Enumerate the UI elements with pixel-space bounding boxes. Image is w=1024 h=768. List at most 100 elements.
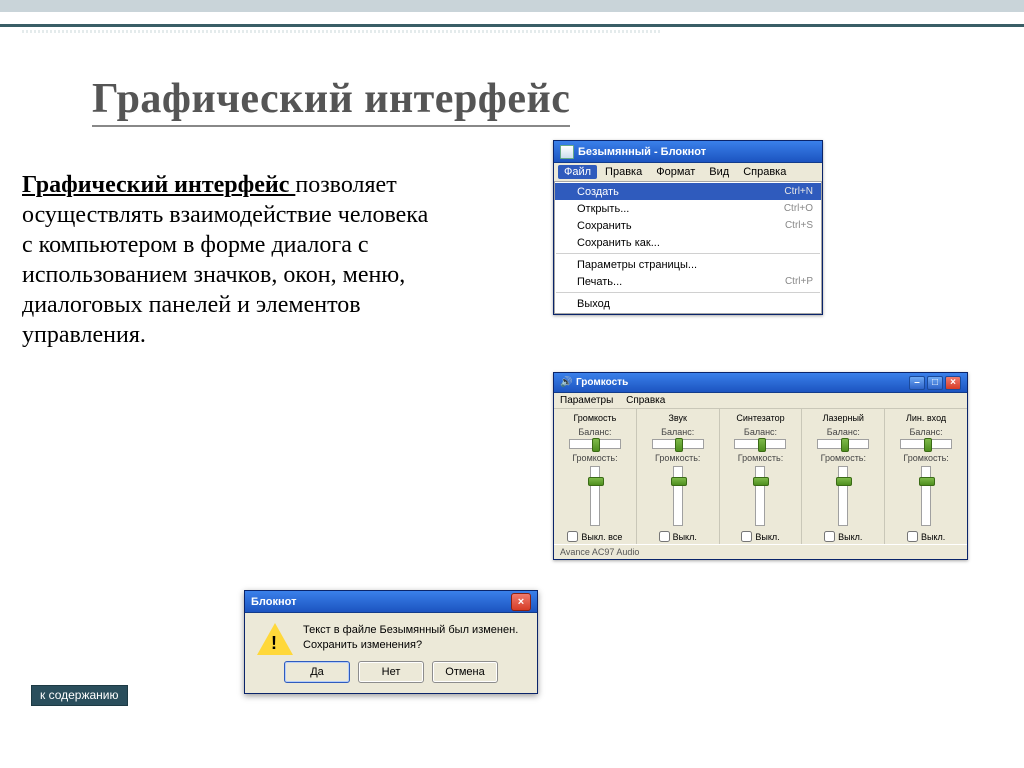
mute-input[interactable]: [659, 531, 670, 542]
menu-edit[interactable]: Правка: [599, 165, 648, 179]
decorative-top-line: [0, 24, 1024, 27]
menu-view[interactable]: Вид: [703, 165, 735, 179]
dialog-body: Текст в файле Безымянный был изменен. Со…: [245, 613, 537, 661]
menu-item-label: Выход: [577, 298, 610, 310]
notepad-window: Безымянный - Блокнот Файл Правка Формат …: [553, 140, 823, 315]
menu-separator: [556, 292, 820, 293]
dialog-titlebar[interactable]: Блокнот ×: [245, 591, 537, 613]
balance-label: Баланс:: [578, 427, 611, 437]
mute-label: Выкл.: [838, 532, 862, 542]
dialog-buttons: Да Нет Отмена: [245, 661, 537, 693]
volume-slider[interactable]: [590, 466, 600, 526]
mixer-channel: Синтезатор Баланс: Громкость: Выкл.: [720, 409, 803, 544]
mute-input[interactable]: [824, 531, 835, 542]
to-contents-button[interactable]: к содержанию: [31, 685, 128, 706]
warning-icon: [257, 623, 293, 655]
mute-label: Выкл.: [921, 532, 945, 542]
volume-label: Громкость:: [655, 453, 700, 463]
volume-label: Громкость:: [903, 453, 948, 463]
volume-slider[interactable]: [755, 466, 765, 526]
menu-item-label: Печать...: [577, 276, 622, 288]
document-icon: [560, 145, 574, 159]
mixer-channel: Лазерный Баланс: Громкость: Выкл.: [802, 409, 885, 544]
menu-help[interactable]: Справка: [626, 395, 665, 406]
no-button[interactable]: Нет: [358, 661, 424, 683]
balance-slider[interactable]: [569, 439, 621, 449]
body-rest: позволяет осуществлять взаимодействие че…: [22, 172, 428, 348]
menu-separator: [556, 253, 820, 254]
mute-input[interactable]: [907, 531, 918, 542]
dialog-line2: Сохранить изменения?: [303, 638, 518, 653]
dialog-title: Блокнот: [251, 596, 296, 608]
cancel-button[interactable]: Отмена: [432, 661, 498, 683]
menu-format[interactable]: Формат: [650, 165, 701, 179]
decorative-top-bar: [0, 0, 1024, 12]
menu-item-page-setup[interactable]: Параметры страницы...: [555, 256, 821, 273]
mixer-channel: Лин. входБаланс:Громкость:Выкл.: [885, 409, 967, 544]
notepad-title: Безымянный - Блокнот: [578, 146, 706, 158]
decorative-strip: [22, 30, 662, 33]
menu-item-save[interactable]: Сохранить Ctrl+S: [555, 217, 821, 234]
channel-name: Синтезатор: [736, 413, 784, 425]
mixer-titlebar[interactable]: 🔊 Громкость – □ ×: [554, 373, 967, 393]
volume-mixer-window: 🔊 Громкость – □ × Параметры Справка Гром…: [553, 372, 968, 560]
mixer-body: ГромкостьБаланс:Громкость:Выкл. всеЗвукБ…: [554, 409, 967, 544]
notepad-titlebar[interactable]: Безымянный - Блокнот: [554, 141, 822, 163]
mute-input[interactable]: [741, 531, 752, 542]
close-button[interactable]: ×: [511, 593, 531, 611]
volume-slider[interactable]: [921, 466, 931, 526]
balance-slider[interactable]: [652, 439, 704, 449]
menu-help[interactable]: Справка: [737, 165, 792, 179]
menu-item-exit[interactable]: Выход: [555, 295, 821, 312]
mixer-title: Громкость: [576, 377, 628, 388]
mute-label: Выкл. все: [581, 532, 622, 542]
balance-slider[interactable]: [817, 439, 869, 449]
menu-item-create[interactable]: Создать Ctrl+N: [555, 183, 821, 200]
mute-label: Выкл.: [673, 532, 697, 542]
menu-item-label: Параметры страницы...: [577, 259, 697, 271]
mute-label: Выкл.: [755, 532, 779, 542]
minimize-button[interactable]: –: [909, 376, 925, 390]
menu-file[interactable]: Файл: [558, 165, 597, 179]
dialog-line1: Текст в файле Безымянный был изменен.: [303, 623, 518, 638]
mute-checkbox[interactable]: Выкл. все: [567, 531, 622, 542]
volume-slider[interactable]: [838, 466, 848, 526]
notepad-menubar: Файл Правка Формат Вид Справка: [554, 163, 822, 182]
balance-label: Баланс:: [744, 427, 777, 437]
mixer-channel: ГромкостьБаланс:Громкость:Выкл. все: [554, 409, 637, 544]
channel-name: Громкость: [573, 413, 616, 425]
speaker-icon: 🔊: [560, 377, 574, 389]
balance-label: Баланс:: [661, 427, 694, 437]
balance-slider[interactable]: [734, 439, 786, 449]
mixer-channel: ЗвукБаланс:Громкость:Выкл.: [637, 409, 720, 544]
menu-item-label: Сохранить как...: [577, 237, 660, 249]
menu-item-label: Создать: [577, 186, 619, 198]
maximize-button[interactable]: □: [927, 376, 943, 390]
mute-checkbox[interactable]: Выкл.: [659, 531, 697, 542]
mute-checkbox[interactable]: Выкл.: [741, 531, 779, 542]
mixer-menubar: Параметры Справка: [554, 393, 967, 409]
file-dropdown: Создать Ctrl+N Открыть... Ctrl+O Сохрани…: [554, 181, 822, 314]
balance-label: Баланс:: [910, 427, 943, 437]
mute-input[interactable]: [567, 531, 578, 542]
shortcut: Ctrl+O: [784, 203, 813, 214]
close-button[interactable]: ×: [945, 376, 961, 390]
volume-slider[interactable]: [673, 466, 683, 526]
save-dialog: Блокнот × Текст в файле Безымянный был и…: [244, 590, 538, 694]
volume-label: Громкость:: [821, 453, 866, 463]
mixer-status: Avance AC97 Audio: [554, 544, 967, 559]
mute-checkbox[interactable]: Выкл.: [824, 531, 862, 542]
menu-item-label: Открыть...: [577, 203, 629, 215]
yes-button[interactable]: Да: [284, 661, 350, 683]
menu-item-print[interactable]: Печать... Ctrl+P: [555, 273, 821, 290]
menu-item-saveas[interactable]: Сохранить как...: [555, 234, 821, 251]
balance-slider[interactable]: [900, 439, 952, 449]
balance-label: Баланс:: [827, 427, 860, 437]
menu-params[interactable]: Параметры: [560, 395, 613, 406]
menu-item-open[interactable]: Открыть... Ctrl+O: [555, 200, 821, 217]
channel-name: Лазерный: [823, 413, 864, 425]
lead-term: Графический интерфейс: [22, 172, 295, 198]
volume-label: Громкость:: [738, 453, 783, 463]
mute-checkbox[interactable]: Выкл.: [907, 531, 945, 542]
shortcut: Ctrl+S: [785, 220, 813, 231]
